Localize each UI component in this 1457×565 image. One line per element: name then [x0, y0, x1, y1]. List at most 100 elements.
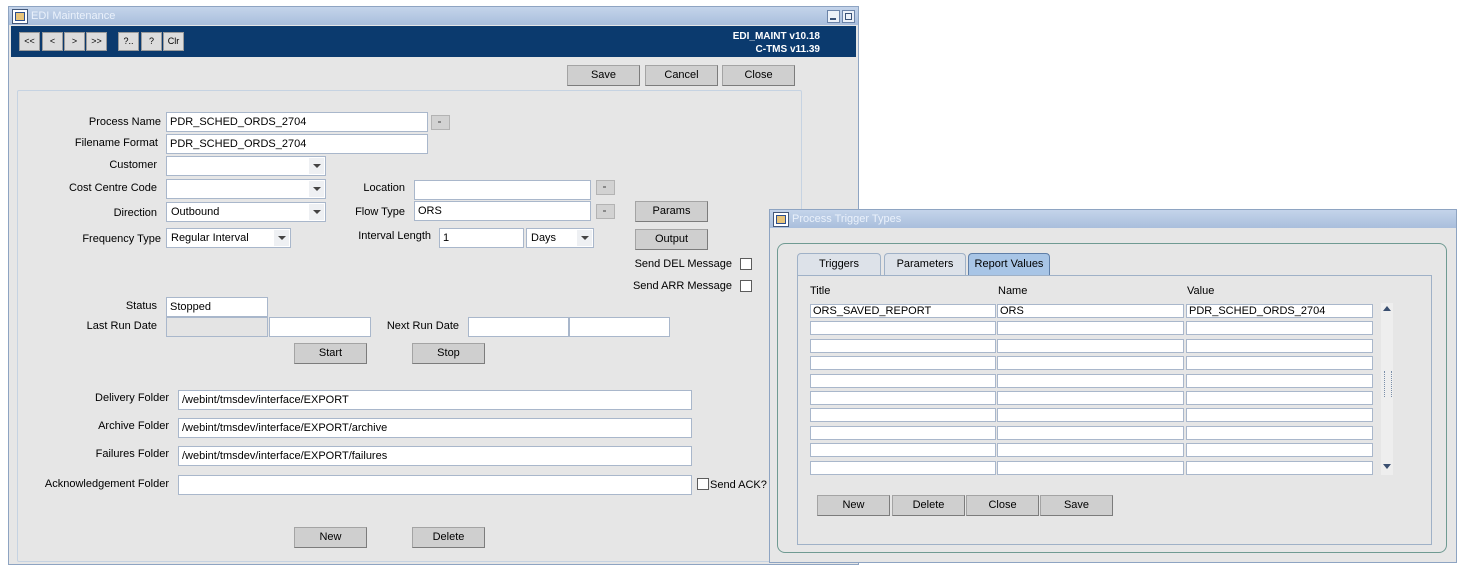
name-cell[interactable]: [997, 425, 1184, 440]
value-cell[interactable]: [1186, 356, 1373, 371]
next-run-time-field[interactable]: [569, 317, 670, 337]
process-name-field[interactable]: PDR_SCHED_ORDS_2704: [166, 112, 428, 132]
chevron-down-icon[interactable]: [577, 230, 592, 246]
location-field[interactable]: [414, 180, 591, 200]
title-cell[interactable]: [810, 443, 996, 458]
ack-folder-field[interactable]: [178, 475, 692, 495]
value-cell[interactable]: [1186, 443, 1373, 458]
value-cell[interactable]: [1186, 338, 1373, 353]
chevron-down-icon[interactable]: [309, 158, 324, 174]
name-cell[interactable]: [997, 408, 1184, 423]
archive-folder-field[interactable]: /webint/tmsdev/interface/EXPORT/archive: [178, 418, 692, 438]
delete-button[interactable]: Delete: [412, 527, 485, 548]
name-cell[interactable]: [997, 373, 1184, 388]
title-cell[interactable]: [810, 391, 996, 405]
chevron-down-icon[interactable]: [309, 181, 324, 197]
title-cell[interactable]: ORS_SAVED_REPORT: [810, 304, 996, 318]
tab-triggers[interactable]: Triggers: [797, 253, 881, 275]
last-record-button[interactable]: >>: [86, 32, 107, 51]
scroll-up-icon[interactable]: [1381, 303, 1393, 315]
trigger-new-button[interactable]: New: [817, 495, 890, 516]
query-button[interactable]: ?..: [118, 32, 139, 51]
location-lov-button[interactable]: [596, 180, 615, 195]
name-cell[interactable]: [997, 460, 1184, 475]
title-cell[interactable]: [810, 408, 996, 423]
interval-unit-select[interactable]: Days: [526, 228, 594, 248]
failures-folder-field[interactable]: /webint/tmsdev/interface/EXPORT/failures: [178, 446, 692, 466]
value-cell[interactable]: [1186, 425, 1373, 440]
cost-centre-select[interactable]: [166, 179, 326, 199]
params-button[interactable]: Params: [635, 201, 708, 222]
value-cell[interactable]: PDR_SCHED_ORDS_2704: [1186, 304, 1373, 318]
save-button[interactable]: Save: [567, 65, 640, 86]
value-cell[interactable]: [1186, 460, 1373, 475]
clear-button[interactable]: Clr: [163, 32, 184, 51]
send-ack-checkbox[interactable]: [697, 478, 709, 490]
value-cell[interactable]: [1186, 391, 1373, 405]
chevron-down-icon[interactable]: [274, 230, 289, 246]
frequency-type-select[interactable]: Regular Interval: [166, 228, 291, 248]
next-run-label: Next Run Date: [386, 320, 459, 332]
title-cell[interactable]: [810, 425, 996, 440]
navigation-toolbar: << < > >> ?.. ? Clr EDI_MAINT v10.18 C-T…: [11, 26, 856, 57]
next-record-button[interactable]: >: [64, 32, 85, 51]
interval-length-field[interactable]: 1: [439, 228, 524, 248]
close-button[interactable]: Close: [722, 65, 795, 86]
name-cell[interactable]: [997, 338, 1184, 353]
name-cell[interactable]: [997, 356, 1184, 371]
title-cell[interactable]: [810, 338, 996, 353]
process-trigger-types-window: Process Trigger Types Triggers Parameter…: [769, 209, 1457, 563]
tab-report-values[interactable]: Report Values: [968, 253, 1050, 275]
direction-select[interactable]: Outbound: [166, 202, 326, 222]
ack-folder-label: Acknowledgement Folder: [44, 478, 169, 490]
trigger-close-button[interactable]: Close: [966, 495, 1039, 516]
filename-format-label: Filename Format: [74, 137, 158, 149]
title-cell[interactable]: [810, 460, 996, 475]
output-button[interactable]: Output: [635, 229, 708, 250]
chevron-down-icon[interactable]: [309, 204, 324, 220]
flow-type-label: Flow Type: [355, 206, 405, 218]
maximize-icon[interactable]: [842, 10, 855, 23]
trigger-delete-button[interactable]: Delete: [892, 495, 965, 516]
direction-label: Direction: [113, 207, 157, 219]
app-icon: [773, 212, 789, 227]
start-button[interactable]: Start: [294, 343, 367, 364]
title-cell[interactable]: [810, 321, 996, 336]
archive-folder-label: Archive Folder: [98, 420, 169, 432]
value-cell[interactable]: [1186, 321, 1373, 336]
interval-unit-value: Days: [531, 232, 557, 244]
customer-select[interactable]: [166, 156, 326, 176]
help-button[interactable]: ?: [141, 32, 162, 51]
trigger-save-button[interactable]: Save: [1040, 495, 1113, 516]
scroll-thumb-grip-icon[interactable]: [1384, 371, 1392, 397]
cancel-button[interactable]: Cancel: [645, 65, 718, 86]
stop-button[interactable]: Stop: [412, 343, 485, 364]
value-cell[interactable]: [1186, 408, 1373, 423]
scroll-down-icon[interactable]: [1381, 461, 1393, 473]
name-cell[interactable]: ORS: [997, 304, 1184, 318]
main-titlebar[interactable]: EDI Maintenance: [9, 7, 858, 25]
flow-type-lov-button[interactable]: [596, 204, 615, 219]
title-cell[interactable]: [810, 373, 996, 388]
minimize-icon[interactable]: [827, 10, 840, 23]
app-icon: [12, 9, 28, 24]
title-cell[interactable]: [810, 356, 996, 371]
last-run-time-field[interactable]: [269, 317, 371, 337]
previous-record-button[interactable]: <: [42, 32, 63, 51]
send-arr-checkbox[interactable]: [740, 280, 752, 292]
grid-scrollbar[interactable]: [1381, 303, 1393, 475]
tab-parameters[interactable]: Parameters: [884, 253, 966, 275]
value-cell[interactable]: [1186, 373, 1373, 388]
name-cell[interactable]: [997, 391, 1184, 405]
filename-format-field[interactable]: PDR_SCHED_ORDS_2704: [166, 134, 428, 154]
delivery-folder-field[interactable]: /webint/tmsdev/interface/EXPORT: [178, 390, 692, 410]
name-cell[interactable]: [997, 321, 1184, 336]
first-record-button[interactable]: <<: [19, 32, 40, 51]
next-run-date-field[interactable]: [468, 317, 569, 337]
flow-type-field[interactable]: ORS: [414, 201, 591, 221]
trigger-titlebar[interactable]: Process Trigger Types: [770, 210, 1456, 228]
send-del-checkbox[interactable]: [740, 258, 752, 270]
new-button[interactable]: New: [294, 527, 367, 548]
name-cell[interactable]: [997, 443, 1184, 458]
process-name-lov-button[interactable]: [431, 115, 450, 130]
